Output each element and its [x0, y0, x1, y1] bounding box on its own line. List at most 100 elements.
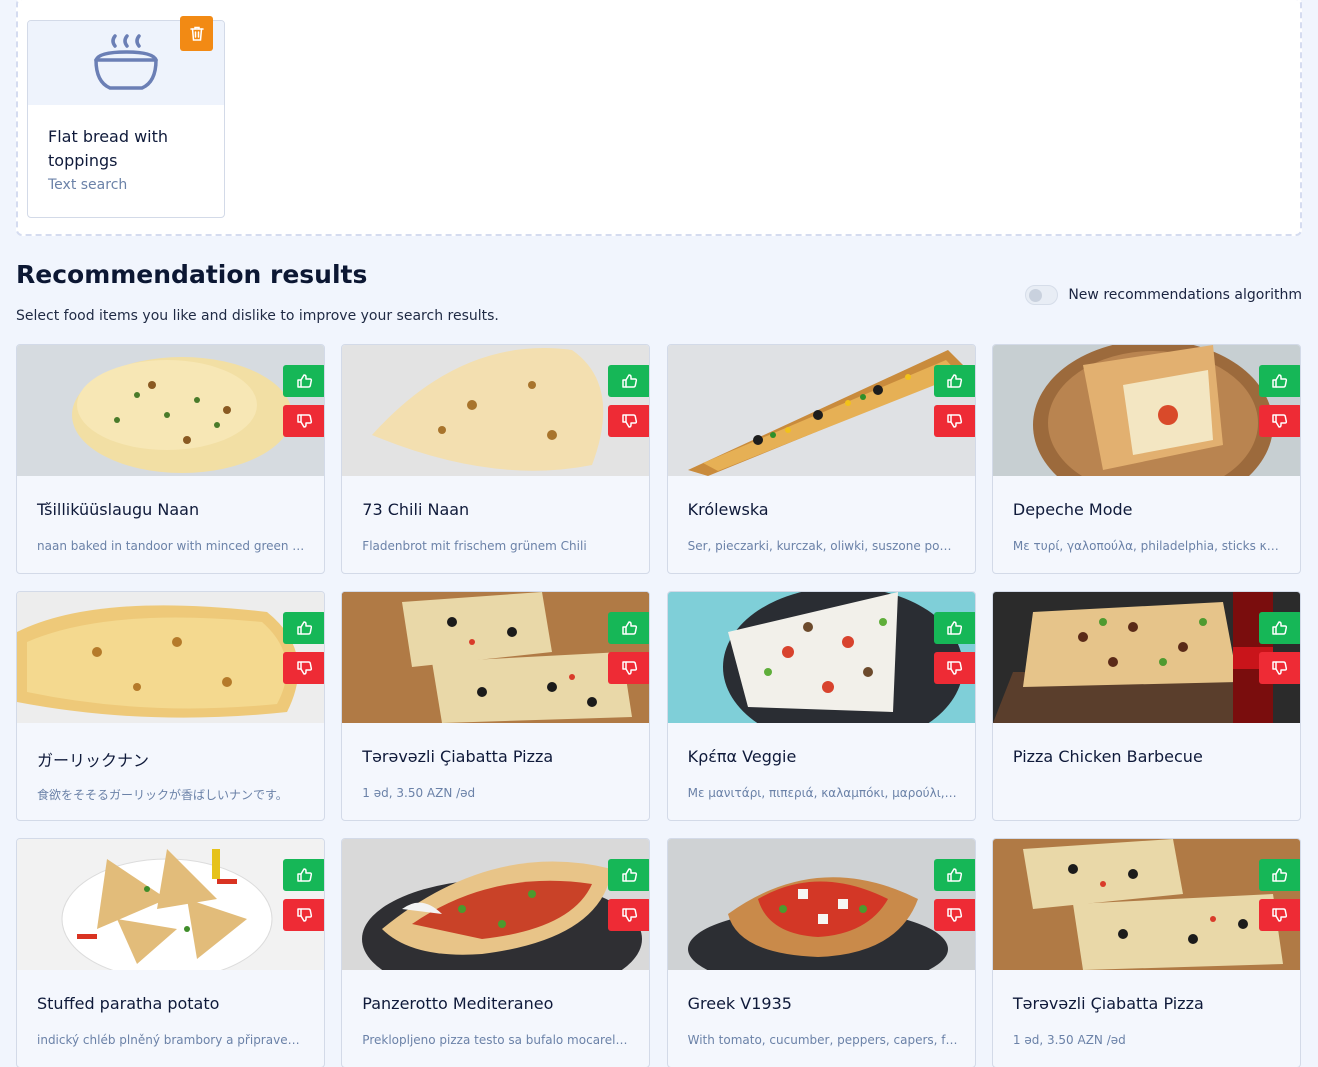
- instructions-text: Select food items you like and dislike t…: [16, 308, 499, 324]
- like-button[interactable]: [283, 365, 324, 397]
- item-description: With tomato, cucumber, peppers, capers, …: [687, 1033, 958, 1047]
- like-button[interactable]: [933, 612, 975, 644]
- thumbs-up-icon: [1272, 867, 1288, 883]
- dislike-button[interactable]: [283, 405, 324, 437]
- thumbs-down-icon: [622, 413, 638, 429]
- item-title: Królewska: [687, 500, 769, 519]
- page-title: Recommendation results: [16, 260, 368, 289]
- item-description: naan baked in tandoor with minced green …: [37, 539, 307, 553]
- item-description: indický chléb plněný brambory a připrave…: [37, 1033, 307, 1047]
- result-card[interactable]: Depeche Mode Με τυρί, γαλοπούλα, philade…: [991, 344, 1301, 574]
- thumbs-up-icon: [296, 620, 313, 636]
- dislike-button[interactable]: [933, 405, 975, 437]
- item-description: 食欲をそそるガーリックが香ばしいナンです。: [37, 788, 288, 802]
- dislike-button[interactable]: [933, 652, 975, 684]
- item-description: Με μανιτάρι, πιπεριά, καλαμπόκι, μαρούλι…: [687, 786, 958, 800]
- like-button[interactable]: [608, 859, 650, 891]
- bowl-steam-icon: [91, 30, 161, 96]
- thumbs-down-icon: [947, 413, 963, 429]
- item-description: 1 əd, 3.50 AZN /əd: [1012, 1033, 1126, 1047]
- result-card[interactable]: Panzerotto Mediteraneo Preklopljeno pizz…: [341, 838, 651, 1067]
- food-image: [992, 839, 1300, 970]
- thumbs-up-icon: [1272, 620, 1288, 636]
- result-card[interactable]: Tšilliküüslaugu Naan naan baked in tando…: [16, 344, 325, 574]
- thumbs-up-icon: [947, 373, 963, 389]
- thumbs-up-icon: [947, 620, 963, 636]
- thumbs-down-icon: [947, 907, 963, 923]
- item-description: 1 əd, 3.50 AZN /əd: [362, 786, 476, 800]
- algorithm-toggle-label: New recommendations algorithm: [1068, 287, 1302, 303]
- like-button[interactable]: [933, 365, 975, 397]
- dislike-button[interactable]: [608, 405, 650, 437]
- result-card[interactable]: ガーリックナン 食欲をそそるガーリックが香ばしいナンです。: [16, 591, 325, 821]
- thumbs-down-icon: [1272, 413, 1288, 429]
- like-button[interactable]: [283, 859, 324, 891]
- thumbs-up-icon: [296, 373, 313, 389]
- result-card[interactable]: Tərəvəzli Çiabatta Pizza 1 əd, 3.50 AZN …: [991, 838, 1301, 1067]
- dislike-button[interactable]: [1258, 405, 1300, 437]
- item-title: ガーリックナン: [37, 751, 150, 770]
- dislike-button[interactable]: [283, 652, 324, 684]
- thumbs-down-icon: [296, 907, 313, 923]
- food-image: [342, 592, 650, 723]
- food-image: [17, 592, 324, 723]
- result-card[interactable]: Stuffed paratha potato indický chléb pln…: [16, 838, 325, 1067]
- food-image: [17, 839, 324, 970]
- query-drop-zone: Flat bread with toppings Text search: [16, 0, 1302, 236]
- result-card[interactable]: Κρέπα Veggie Με μανιτάρι, πιπεριά, καλαμ…: [666, 591, 976, 821]
- trash-icon: [189, 26, 204, 41]
- dislike-button[interactable]: [1258, 652, 1300, 684]
- item-title: Panzerotto Mediteraneo: [362, 994, 554, 1013]
- thumbs-down-icon: [622, 907, 638, 923]
- result-card[interactable]: 73 Chili Naan Fladenbrot mit frischem gr…: [341, 344, 651, 574]
- food-image: [992, 345, 1300, 476]
- food-image: [667, 839, 975, 970]
- item-description: Ser, pieczarki, kurczak, oliwki, suszone…: [687, 539, 958, 553]
- like-button[interactable]: [1258, 859, 1300, 891]
- result-card[interactable]: Pizza Chicken Barbecue: [991, 591, 1301, 821]
- thumbs-down-icon: [947, 660, 963, 676]
- thumbs-up-icon: [296, 867, 313, 883]
- thumbs-down-icon: [296, 660, 313, 676]
- query-type: Text search: [48, 177, 128, 193]
- item-title: Tšilliküüslaugu Naan: [37, 500, 200, 519]
- like-button[interactable]: [1258, 365, 1300, 397]
- dislike-button[interactable]: [608, 652, 650, 684]
- dislike-button[interactable]: [1258, 899, 1300, 931]
- thumbs-up-icon: [622, 620, 638, 636]
- delete-query-button[interactable]: [180, 16, 213, 51]
- algorithm-toggle-switch[interactable]: [1025, 285, 1059, 305]
- algorithm-toggle-group: New recommendations algorithm: [1025, 285, 1302, 305]
- food-image: [992, 592, 1300, 723]
- dislike-button[interactable]: [933, 899, 975, 931]
- result-card[interactable]: Greek V1935 With tomato, cucumber, peppe…: [666, 838, 976, 1067]
- thumbs-down-icon: [622, 660, 638, 676]
- item-title: Tərəvəzli Çiabatta Pizza: [362, 747, 554, 766]
- food-image: [342, 345, 650, 476]
- thumbs-down-icon: [1272, 907, 1288, 923]
- like-button[interactable]: [1258, 612, 1300, 644]
- dislike-button[interactable]: [283, 899, 324, 931]
- item-title: Pizza Chicken Barbecue: [1012, 747, 1203, 766]
- item-title: Tərəvəzli Çiabatta Pizza: [1012, 994, 1204, 1013]
- thumbs-up-icon: [622, 867, 638, 883]
- dislike-button[interactable]: [608, 899, 650, 931]
- like-button[interactable]: [283, 612, 324, 644]
- item-description: Fladenbrot mit frischem grünem Chili: [362, 539, 587, 553]
- thumbs-up-icon: [947, 867, 963, 883]
- food-image: [667, 345, 975, 476]
- food-image: [342, 839, 650, 970]
- result-card[interactable]: Królewska Ser, pieczarki, kurczak, oliwk…: [666, 344, 976, 574]
- item-title: Κρέπα Veggie: [687, 747, 797, 766]
- like-button[interactable]: [608, 612, 650, 644]
- query-title: Flat bread with toppings: [48, 127, 169, 170]
- like-button[interactable]: [608, 365, 650, 397]
- item-description: Με τυρί, γαλοπούλα, philadelphia, sticks…: [1012, 539, 1283, 553]
- result-card[interactable]: Tərəvəzli Çiabatta Pizza 1 əd, 3.50 AZN …: [341, 591, 651, 821]
- like-button[interactable]: [933, 859, 975, 891]
- item-title: 73 Chili Naan: [362, 500, 470, 519]
- food-image: [17, 345, 324, 476]
- item-title: Depeche Mode: [1012, 500, 1133, 519]
- item-title: Greek V1935: [687, 994, 792, 1013]
- thumbs-down-icon: [1272, 660, 1288, 676]
